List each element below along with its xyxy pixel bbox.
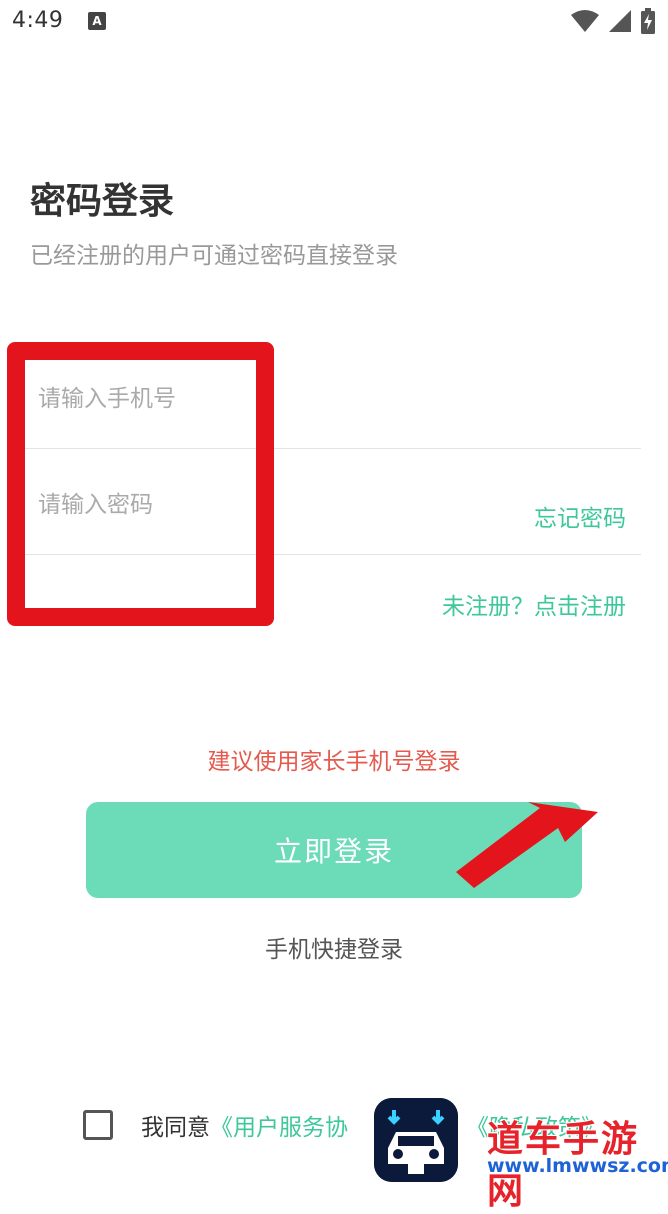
parent-phone-hint: 建议使用家长手机号登录 — [207, 749, 461, 775]
phone-input[interactable] — [25, 349, 488, 448]
login-button[interactable]: 立即登录 — [86, 802, 582, 898]
agreement-row: 我同意《用户服务协 — [83, 1108, 348, 1142]
watermark-url: www.lmwwsz.com — [487, 1155, 668, 1177]
agreement-text: 我同意《用户服务协 — [141, 1108, 348, 1142]
register-link[interactable]: 未注册？点击注册 — [442, 587, 626, 621]
forgot-password-link[interactable]: 忘记密码 — [534, 499, 626, 533]
cellular-signal-icon — [609, 10, 631, 32]
quick-login-link[interactable]: 手机快捷登录 — [0, 930, 668, 964]
watermark-car-icon — [374, 1098, 458, 1182]
phone-field-row — [25, 349, 641, 449]
user-agreement-link[interactable]: 《用户服务协 — [210, 1115, 348, 1141]
status-icons — [570, 8, 656, 34]
page-title: 密码登录 — [30, 181, 175, 222]
status-time: 4:49 — [12, 8, 64, 33]
agreement-prefix: 我同意 — [141, 1115, 210, 1141]
agreement-checkbox[interactable] — [83, 1110, 113, 1140]
wifi-icon — [571, 10, 599, 32]
notification-icon: A — [88, 12, 106, 30]
password-input[interactable] — [25, 455, 488, 554]
watermark-logo — [374, 1098, 458, 1182]
page-subtitle: 已经注册的用户可通过密码直接登录 — [30, 243, 398, 269]
battery-charging-icon — [641, 8, 655, 34]
